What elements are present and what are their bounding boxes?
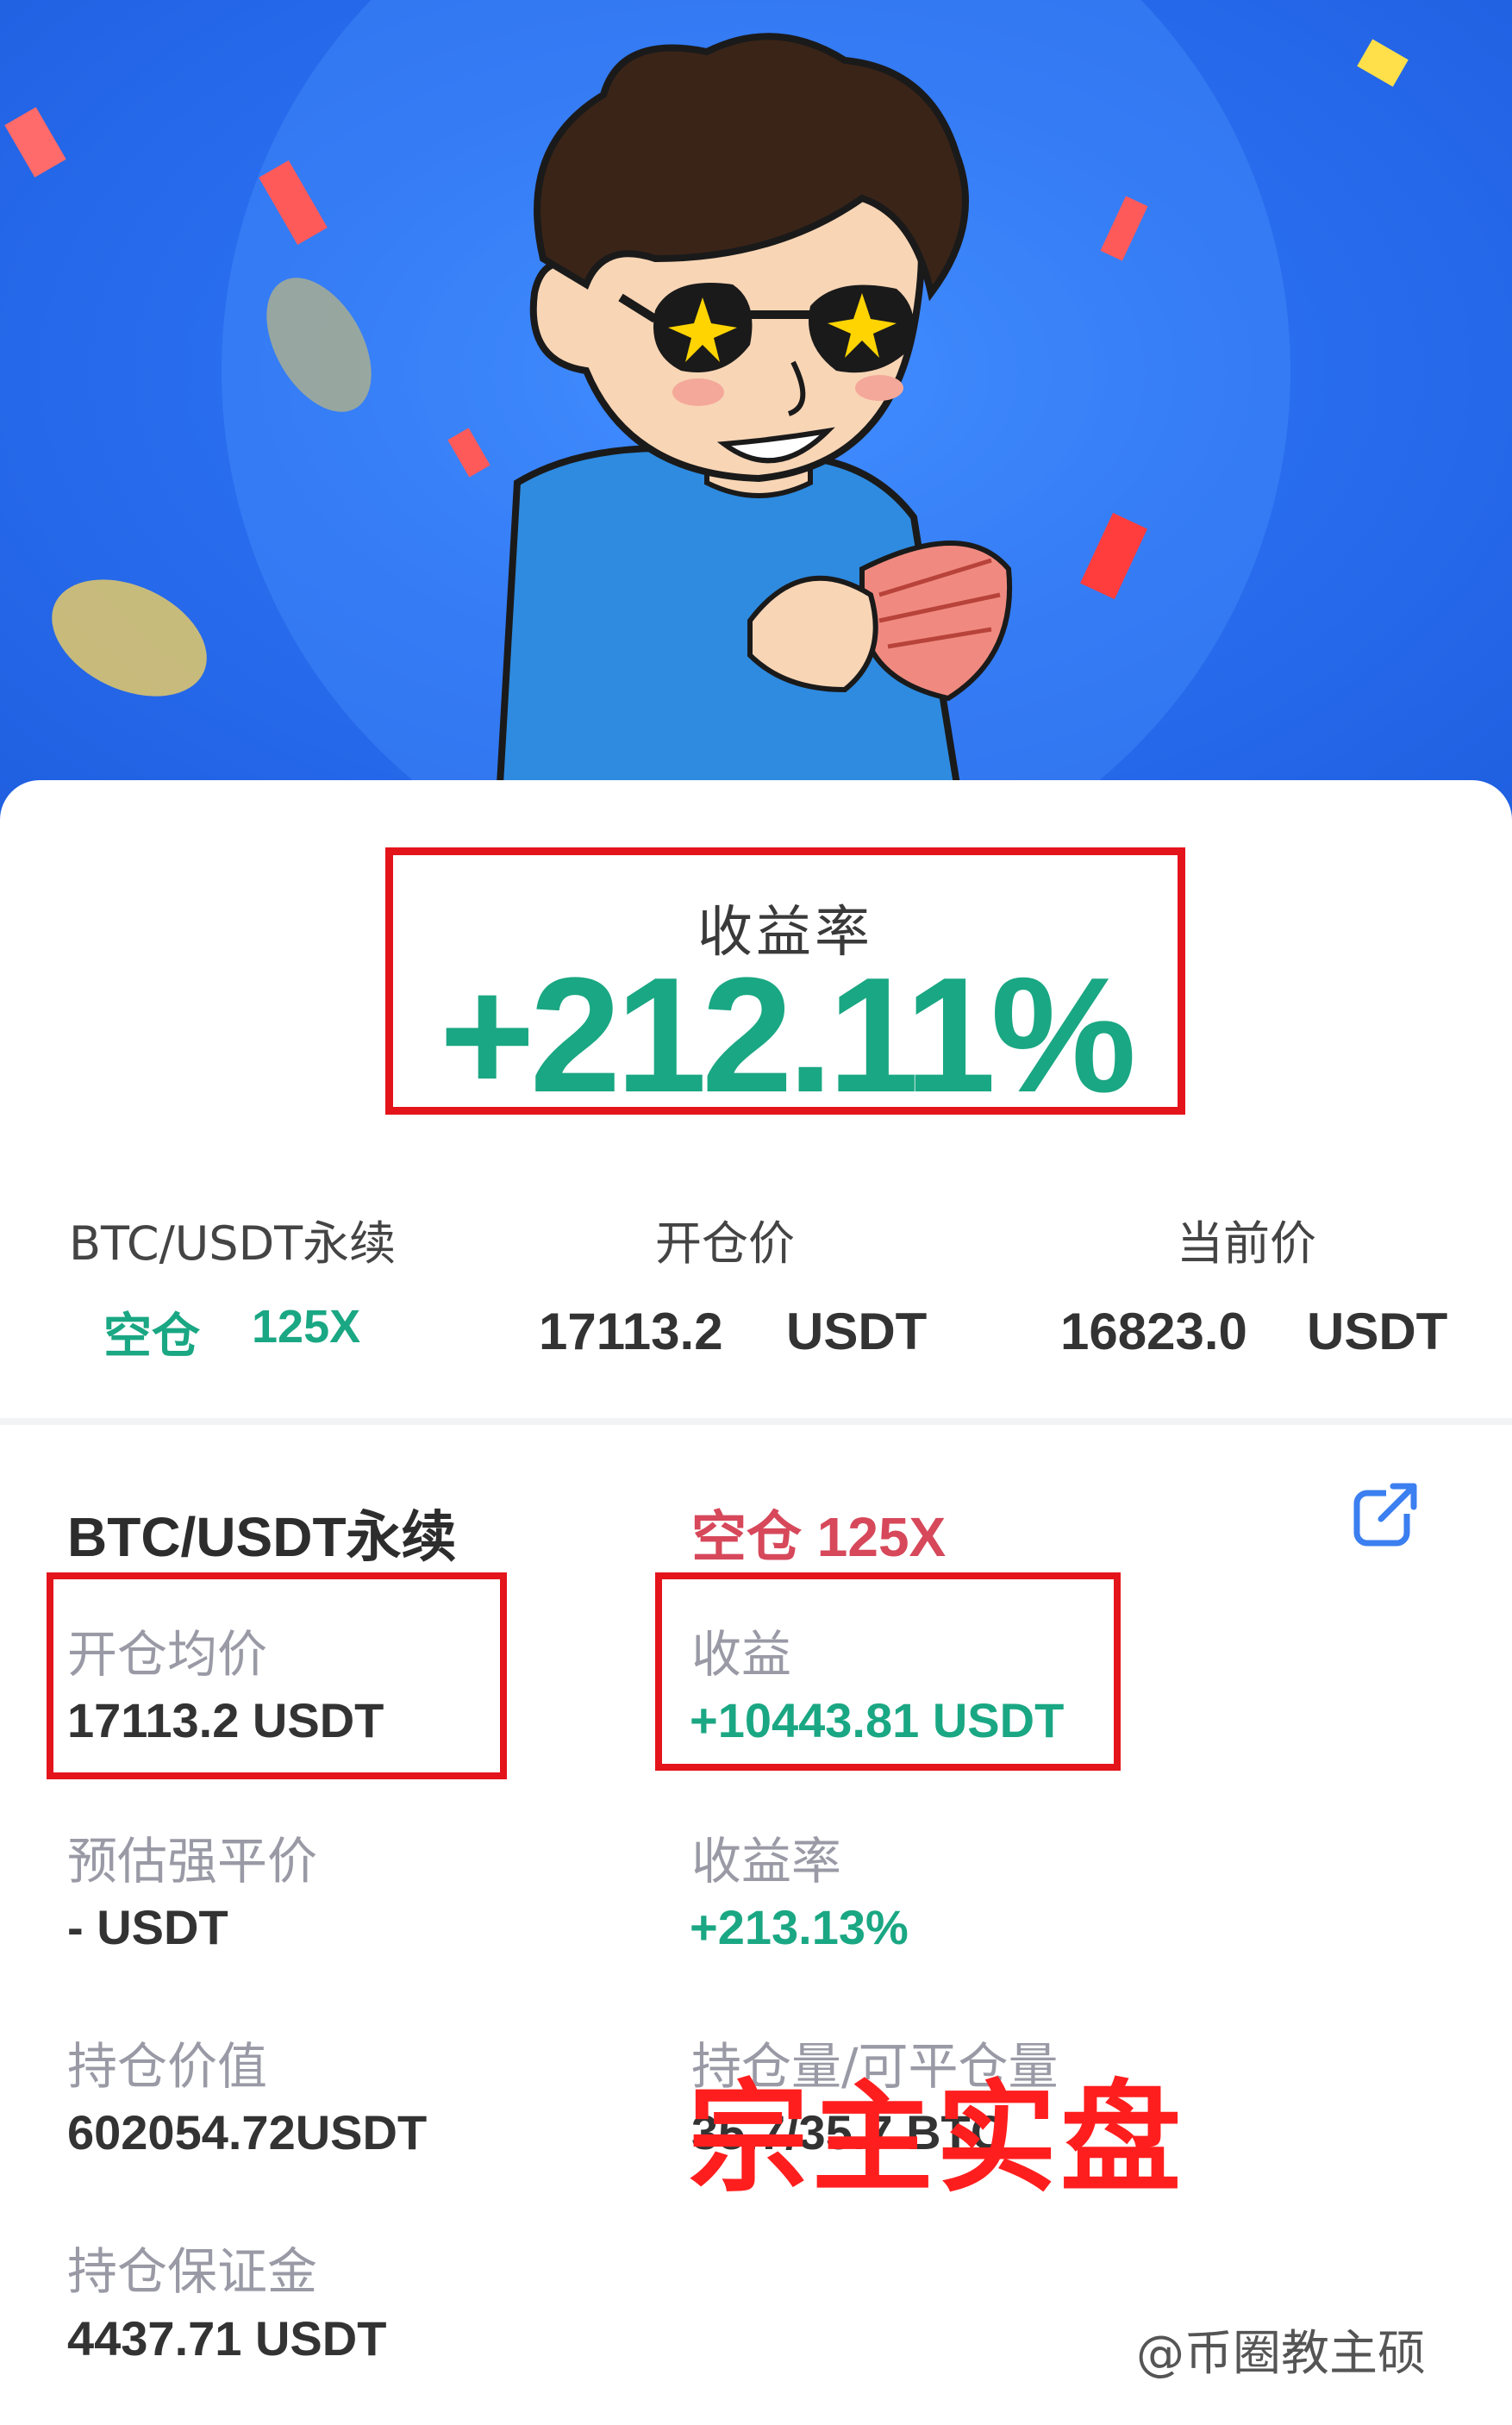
position-value: 602054.72USDT: [67, 2105, 428, 2159]
roe-value: +213.13%: [690, 1900, 909, 1954]
margin-value: 4437.71 USDT: [67, 2311, 387, 2366]
current-price-unit: USDT: [1307, 1303, 1448, 1360]
summary-pair: BTC/USDT永续: [69, 1216, 397, 1271]
current-price-label: 当前价: [1177, 1216, 1316, 1271]
source-watermark: @币圈教主硕: [1136, 2326, 1426, 2382]
rate-highlight-box: 收益率 +212.11%: [385, 847, 1185, 1127]
summary-leverage: 125X: [252, 1301, 361, 1353]
pnl-value: +10443.81 USDT: [690, 1693, 1065, 1747]
current-price-value: 16823.0: [1060, 1303, 1247, 1360]
open-price-unit: USDT: [786, 1303, 928, 1360]
hero-banner: [0, 0, 1512, 828]
open-price-value: 17113.2: [539, 1303, 723, 1360]
celebration-illustration: [4, 0, 1409, 828]
share-external-icon[interactable]: [1352, 1481, 1419, 1548]
rate-value: +212.11%: [439, 944, 1137, 1127]
detail-pair-title: BTC/USDT永续: [67, 1506, 457, 1568]
position-value-label: 持仓价值: [67, 2037, 268, 2096]
section-divider: [0, 1418, 1512, 1425]
avg-open-label: 开仓均价: [67, 1625, 268, 1684]
avg-open-value: 17113.2 USDT: [67, 1693, 384, 1747]
open-price-label: 开仓价: [655, 1216, 795, 1271]
red-stamp-text: 宗主实盘: [688, 2069, 1185, 2209]
margin-label: 持仓保证金: [67, 2242, 318, 2301]
pnl-label: 收益: [691, 1625, 792, 1684]
roe-label: 收益率: [691, 1832, 842, 1891]
summary-side: 空仓: [103, 1309, 200, 1365]
liq-price-value: - USDT: [67, 1900, 228, 1954]
liq-price-label: 预估强平价: [67, 1832, 318, 1891]
detail-side-leverage: 空仓 125X: [691, 1506, 947, 1568]
